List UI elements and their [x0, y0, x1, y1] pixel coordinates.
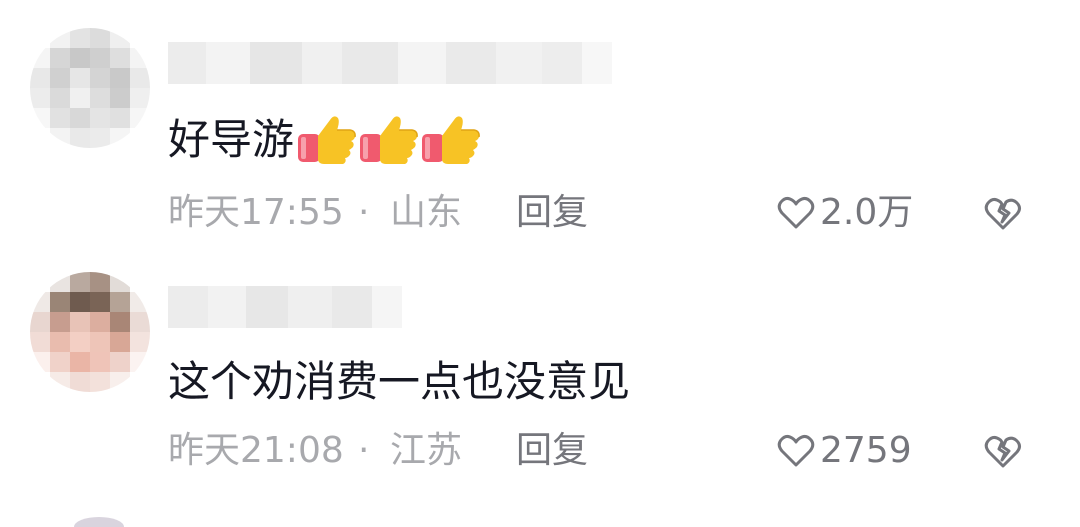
thumbs-up-icon — [298, 116, 356, 164]
avatar[interactable] — [30, 272, 150, 392]
broken-heart-icon[interactable] — [982, 431, 1024, 473]
reply-button[interactable]: 回复 — [516, 425, 588, 477]
comment-location: 山东 — [390, 192, 463, 233]
comment-location: 江苏 — [390, 430, 463, 471]
reply-button[interactable]: 回复 — [516, 187, 588, 239]
comment-text-content: 这个劝消费一点也没意见 — [168, 357, 631, 406]
comment-meta: 昨天21:08 · 江苏 回复 2759 — [168, 425, 1048, 477]
avatar[interactable] — [30, 28, 150, 148]
like-button[interactable]: 2.0万 — [776, 187, 913, 239]
broken-heart-icon[interactable] — [982, 193, 1024, 235]
like-count: 2.0万 — [820, 192, 914, 233]
comment-text: 这个劝消费一点也没意见 — [168, 354, 630, 410]
avatar-mosaic — [30, 28, 150, 148]
comment-text: 好导游 — [168, 112, 482, 168]
comment-list: 好导游 昨天17:55 · 山东 回复 2.0万 这个劝消费一点也没意见 昨天2… — [0, 0, 1080, 527]
heart-icon — [777, 434, 815, 467]
avatar-mosaic — [30, 272, 150, 392]
like-count: 2759 — [820, 430, 912, 471]
emoji-group — [296, 112, 482, 168]
username-blurred[interactable] — [168, 42, 612, 84]
comment-time: 昨天21:08 — [168, 430, 344, 471]
thumbs-up-icon — [422, 116, 480, 164]
next-comment-avatar[interactable] — [74, 517, 124, 527]
heart-icon — [777, 196, 815, 229]
username-blurred[interactable] — [168, 286, 402, 328]
comment-text-content: 好导游 — [168, 115, 295, 164]
comment-time: 昨天17:55 — [168, 192, 344, 233]
meta-separator: · — [358, 430, 370, 471]
meta-separator: · — [358, 192, 370, 233]
like-button[interactable]: 2759 — [776, 425, 912, 477]
thumbs-up-icon — [360, 116, 418, 164]
comment-meta: 昨天17:55 · 山东 回复 2.0万 — [168, 187, 1048, 239]
